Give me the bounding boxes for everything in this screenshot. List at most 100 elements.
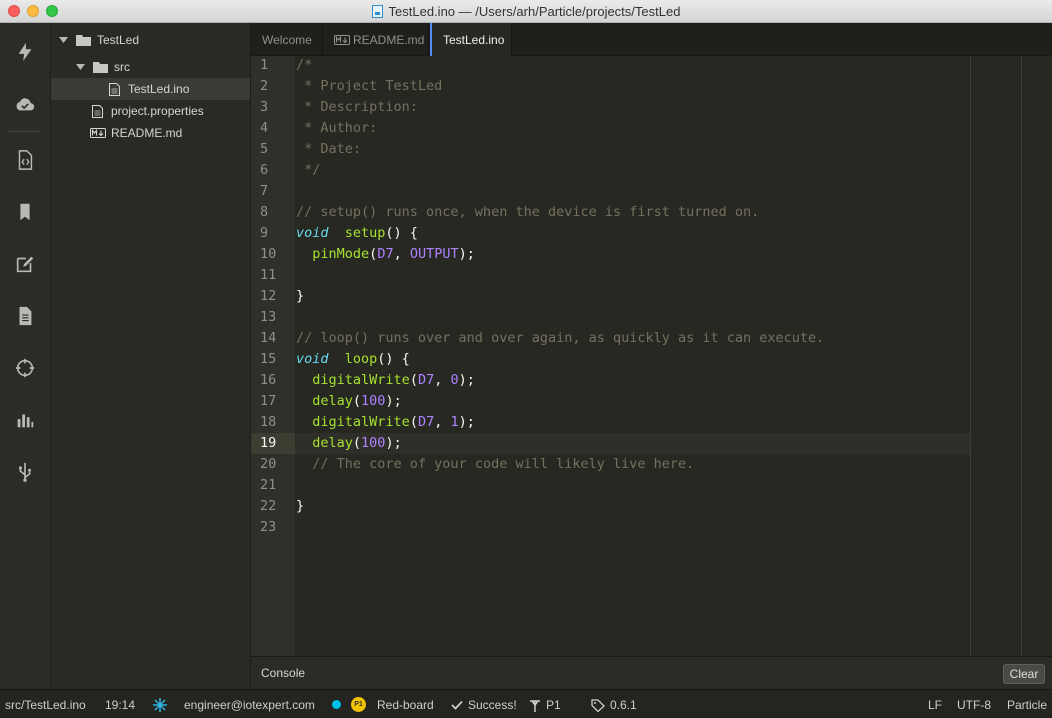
code-token: 100 [361,435,386,451]
code-token: OUTPUT [409,246,459,262]
flash-icon[interactable] [0,32,50,72]
status-dot-icon [332,700,341,709]
edit-icon[interactable] [0,244,50,284]
tree-item-project-properties[interactable]: project.properties [51,100,250,122]
code-line: // setup() runs once, when the device is… [296,202,759,223]
code-token: * Date: [296,141,362,157]
tab-bar: Welcome README.md TestLed.ino [251,23,1052,57]
code-token: delay [312,393,353,409]
code-line: // loop() runs over and over again, as q… [296,328,824,349]
usb-icon[interactable] [0,452,50,492]
code-token: digitalWrite [312,414,410,430]
code-line: /* [296,55,312,76]
file-icon [371,5,383,18]
tree-item-label: project.properties [111,104,204,118]
tag-icon [591,698,605,712]
tree-item-root[interactable]: TestLed [51,29,250,51]
status-platform[interactable]: P1 [529,698,561,712]
folder-icon [93,61,108,73]
status-build[interactable]: Success! [451,698,517,712]
particle-asterisk-icon[interactable] [153,698,172,712]
status-device[interactable]: Red-board [377,698,434,712]
code-token: ); [385,435,402,451]
status-version-label: 0.6.1 [610,698,637,712]
clear-button[interactable]: Clear [1003,664,1045,684]
tab-readme[interactable]: README.md [323,23,429,56]
status-grammar[interactable]: Particle [1007,698,1047,712]
status-bar: src/TestLed.ino 19:14 engineer@iotexpert… [0,689,1052,718]
tree-item-label: README.md [111,126,183,140]
code-line: */ [296,160,320,181]
line-number: 4 [260,120,269,136]
document-icon[interactable] [0,296,50,336]
code-token: void [296,225,329,241]
code-line: digitalWrite(D7, 0); [296,370,475,391]
markdown-icon [334,34,350,45]
code-line: // The core of your code will likely liv… [296,454,694,475]
code-token: ); [458,372,475,388]
code-line: void setup() { [296,223,418,244]
code-token: () { [385,225,418,241]
tab-label: README.md [353,32,425,47]
tree-item-src[interactable]: src [51,56,250,78]
code-line: delay(100); [296,433,402,454]
line-number: 3 [260,99,269,115]
line-number: 10 [260,246,277,262]
code-token: , [434,414,451,430]
code-line: * Description: [296,97,418,118]
cloud-icon[interactable] [0,84,50,124]
line-number: 11 [260,267,277,283]
tree-item-readme[interactable]: README.md [51,122,250,144]
window-title: TestLed.ino — /Users/arh/Particle/projec… [388,4,681,19]
status-user[interactable]: engineer@iotexpert.com [184,698,315,712]
code-line: } [296,496,304,517]
code-icon[interactable] [0,140,50,180]
line-number: 6 [260,162,269,178]
line-number: 20 [260,456,277,472]
chevron-down-icon [58,35,68,45]
tab-label: Welcome [262,32,312,47]
code-token: // loop() runs over and over again, as q… [296,330,825,346]
line-number: 8 [260,204,269,220]
code-token: /* [296,57,313,73]
bookmark-icon[interactable] [0,192,50,232]
code-token: delay [312,435,353,451]
status-platform-label: P1 [546,698,561,712]
code-line: delay(100); [296,391,401,412]
title-bar: TestLed.ino — /Users/arh/Particle/projec… [0,0,1052,23]
line-number: 18 [260,414,277,430]
markdown-icon [90,128,106,138]
line-number: 9 [260,225,269,241]
tab-welcome[interactable]: Welcome [251,23,323,56]
code-editor[interactable]: 1 2 3 4 5 6 7 8 9 10 11 12 13 14 15 16 17 18 19 20 21 22 23 /*… [251,56,1052,656]
activity-divider [7,131,41,132]
tree-view: TestLed src TestLed.ino project.properti… [51,23,251,689]
status-encoding[interactable]: UTF-8 [957,698,991,712]
code-token: ( [409,372,418,388]
line-number: 14 [260,330,277,346]
code-token: setup [344,225,386,241]
tree-item-testled-ino[interactable]: TestLed.ino [51,78,250,100]
status-cursor-position[interactable]: 19:14 [105,698,135,712]
tab-testled-ino[interactable]: TestLed.ino [430,23,512,57]
status-version[interactable]: 0.6.1 [591,698,637,712]
status-line-ending[interactable]: LF [928,698,942,712]
line-number: 23 [260,519,277,535]
code-token: * Author: [296,120,378,136]
code-line: * Date: [296,139,361,160]
line-number: 17 [260,393,277,409]
code-token: ( [352,393,362,409]
status-file-path[interactable]: src/TestLed.ino [5,698,86,712]
line-number: 2 [260,78,269,94]
target-icon[interactable] [0,348,50,388]
code-token: ); [458,414,475,430]
wrap-guide [970,56,971,656]
chart-icon[interactable] [0,400,50,440]
tree-item-label: TestLed.ino [128,82,190,96]
